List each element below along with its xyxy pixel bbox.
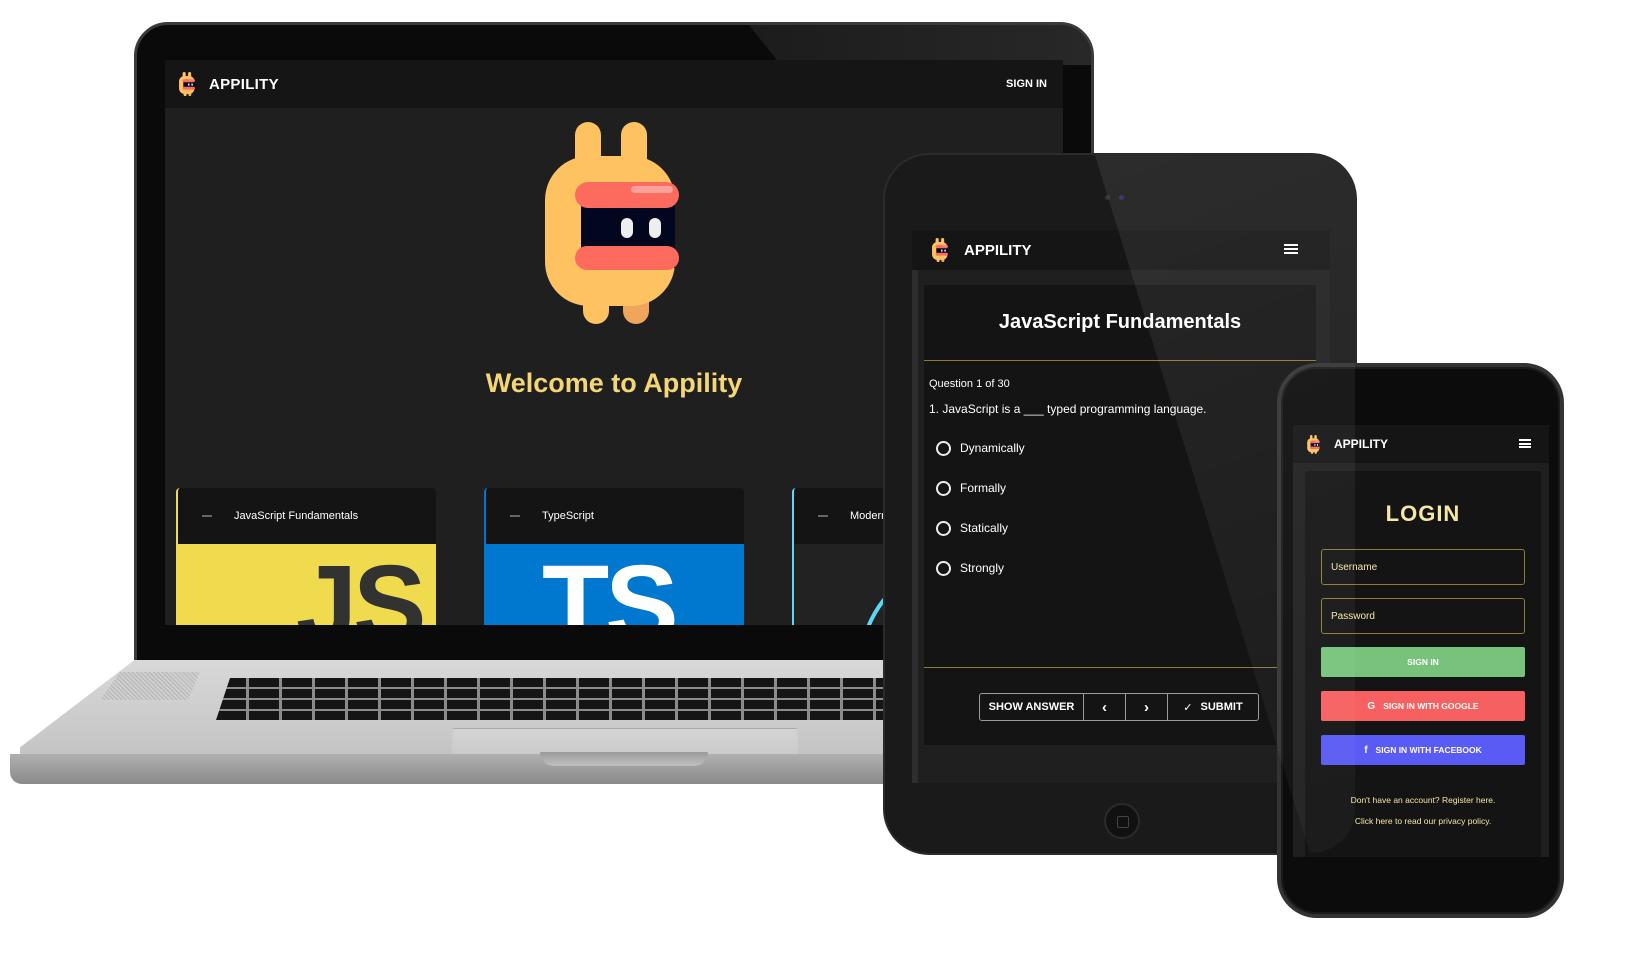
radio-button[interactable] xyxy=(936,480,951,496)
laptop-keyboard-base xyxy=(10,660,916,785)
hamburger-menu-icon[interactable] xyxy=(1519,439,1531,448)
show-answer-button[interactable]: SHOW ANSWER xyxy=(980,694,1084,720)
quiz-card: JavaScript Fundamentals Question 1 of 30… xyxy=(924,285,1316,745)
appility-logo-icon[interactable] xyxy=(179,72,195,96)
tablet-home-button xyxy=(1104,803,1140,839)
previous-question-button[interactable]: ‹ xyxy=(1084,694,1126,720)
hamburger-menu-icon[interactable] xyxy=(1284,244,1298,254)
submit-label: SUBMIT xyxy=(1200,701,1243,713)
appility-logo-icon[interactable] xyxy=(1307,434,1320,454)
option-label: Strongly xyxy=(960,561,1005,575)
privacy-policy-link[interactable]: Click here to read our privacy policy. xyxy=(1305,816,1541,826)
js-logo-text: JS xyxy=(296,544,427,626)
phone-navbar: APPILITY xyxy=(1293,425,1549,463)
quiz-button-group: SHOW ANSWER ‹ › ✓ SUBMIT xyxy=(979,693,1259,721)
chevron-left-icon: ‹ xyxy=(1102,698,1107,716)
option-label: Statically xyxy=(960,521,1009,535)
question-counter: Question 1 of 30 xyxy=(929,378,1010,390)
course-title: TypeScript xyxy=(542,510,594,522)
sign-in-facebook-button[interactable]: f SIGN IN WITH FACEBOOK xyxy=(1321,735,1525,765)
dash-icon xyxy=(510,515,520,517)
radio-button[interactable] xyxy=(936,440,951,456)
ts-logo-text: TS xyxy=(542,544,679,626)
tablet-camera xyxy=(1119,195,1124,200)
laptop-glare xyxy=(749,25,1091,65)
course-card-javascript[interactable]: JavaScript Fundamentals JS xyxy=(176,488,436,625)
sign-in-google-button[interactable]: G SIGN IN WITH GOOGLE xyxy=(1321,691,1525,721)
course-title: JavaScript Fundamentals xyxy=(234,510,359,522)
option-label: Dynamically xyxy=(960,441,1025,455)
phone-device-frame: APPILITY LOGIN Username Password SIGN IN… xyxy=(1277,363,1564,918)
appility-logo-icon[interactable] xyxy=(932,238,948,262)
javascript-logo-image: JS xyxy=(178,544,436,625)
question-text: 1. JavaScript is a ___ typed programming… xyxy=(929,402,1207,416)
check-icon: ✓ xyxy=(1183,701,1193,714)
brand-name[interactable]: APPILITY xyxy=(209,76,279,93)
keyboard xyxy=(216,678,916,720)
sign-in-link[interactable]: SIGN IN xyxy=(1006,78,1047,90)
option-label: Formally xyxy=(960,481,1007,495)
chevron-right-icon: › xyxy=(1144,698,1149,716)
radio-button[interactable] xyxy=(936,560,951,576)
quiz-footer: SHOW ANSWER ‹ › ✓ SUBMIT xyxy=(924,667,1316,721)
phone-screen: APPILITY LOGIN Username Password SIGN IN… xyxy=(1293,425,1549,857)
tablet-screen: APPILITY JavaScript Fundamentals Questio… xyxy=(912,230,1330,783)
facebook-icon: f xyxy=(1364,744,1368,756)
tablet-sensor xyxy=(1105,195,1110,200)
answer-option[interactable]: Dynamically xyxy=(936,428,1316,468)
laptop-navbar: APPILITY SIGN IN xyxy=(165,60,1063,108)
brand-name[interactable]: APPILITY xyxy=(964,242,1032,259)
submit-button[interactable]: ✓ SUBMIT xyxy=(1168,694,1258,720)
login-title: LOGIN xyxy=(1385,501,1461,526)
brand-name[interactable]: APPILITY xyxy=(1334,437,1388,451)
dash-icon xyxy=(202,515,212,517)
register-link[interactable]: Don't have an account? Register here. xyxy=(1305,795,1541,805)
sign-in-button[interactable]: SIGN IN xyxy=(1321,647,1525,677)
google-icon: G xyxy=(1367,700,1376,712)
next-question-button[interactable]: › xyxy=(1126,694,1168,720)
google-label: SIGN IN WITH GOOGLE xyxy=(1383,701,1479,711)
answer-option[interactable]: Statically xyxy=(936,508,1316,548)
username-input[interactable]: Username xyxy=(1321,549,1525,585)
facebook-label: SIGN IN WITH FACEBOOK xyxy=(1375,745,1482,755)
typescript-logo-image: TS xyxy=(486,544,744,625)
tablet-navbar: APPILITY xyxy=(912,230,1330,270)
password-input[interactable]: Password xyxy=(1321,598,1525,634)
quiz-title: JavaScript Fundamentals xyxy=(924,285,1316,361)
radio-button[interactable] xyxy=(936,520,951,536)
login-card: LOGIN Username Password SIGN IN G SIGN IN… xyxy=(1305,471,1541,857)
appility-mascot-hero-icon xyxy=(545,122,679,324)
answer-option[interactable]: Formally xyxy=(936,468,1316,508)
course-card-typescript[interactable]: TypeScript TS xyxy=(484,488,744,625)
dash-icon xyxy=(818,515,828,517)
answer-option[interactable]: Strongly xyxy=(936,548,1316,588)
course-title: Modern xyxy=(850,510,888,522)
scrollbar[interactable] xyxy=(912,270,918,783)
